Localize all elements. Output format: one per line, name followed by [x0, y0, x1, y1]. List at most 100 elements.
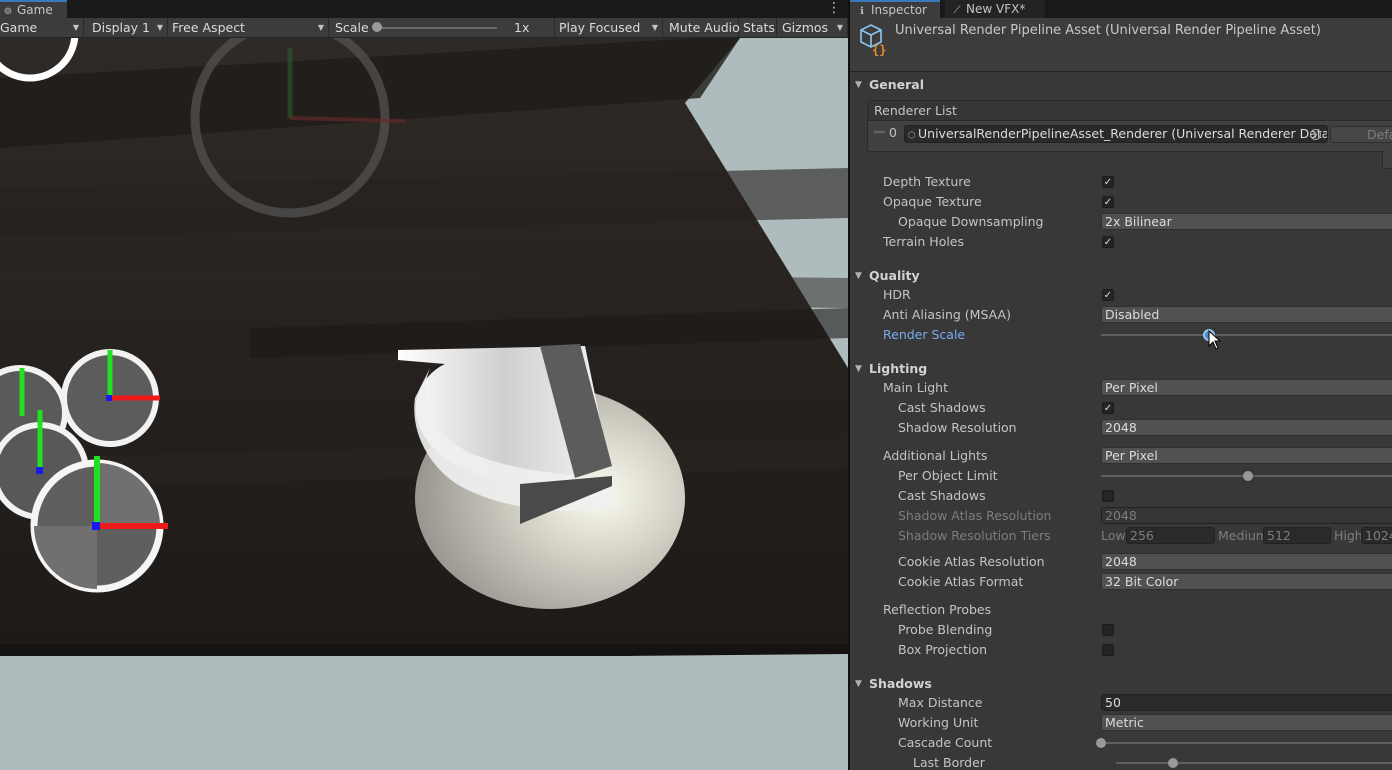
section-lighting-label: Lighting: [869, 361, 928, 376]
row-cascade-count: Cascade Count: [850, 733, 1392, 753]
box-projection-checkbox[interactable]: [1102, 644, 1114, 656]
tier-high-field: 1024: [1361, 527, 1392, 544]
dropdown-arrow-icon: ▼: [836, 23, 843, 32]
per-object-limit-slider-handle[interactable]: [1243, 471, 1253, 481]
row-max-distance: Max Distance 50: [850, 693, 1392, 713]
gizmos-toggle[interactable]: Gizmos ▼: [778, 18, 848, 37]
game-view: ⊚ Game ⋮ Game ▼ Display 1 ▼ Free Aspect ▼…: [0, 0, 848, 770]
game-toolbar: Game ▼ Display 1 ▼ Free Aspect ▼ Scale 1…: [0, 18, 848, 38]
drag-handle-icon[interactable]: ══: [874, 128, 885, 138]
row-box-projection: Box Projection: [850, 640, 1392, 660]
foldout-arrow-icon: ▼: [855, 364, 862, 374]
play-mode-label: Play Focused: [559, 20, 641, 35]
hdr-label: HDR: [883, 287, 911, 302]
tab-vfx-label: New VFX*: [966, 2, 1026, 16]
renderer-list: Renderer List ══ 0 ⬡ UniversalRenderPipel…: [867, 100, 1392, 152]
row-cookie-atlas-format: Cookie Atlas Format 32 Bit Color: [850, 572, 1392, 592]
hdr-checkbox[interactable]: ✓: [1102, 289, 1114, 301]
tab-new-vfx[interactable]: ⟋ New VFX*: [945, 0, 1045, 18]
terrain-holes-label: Terrain Holes: [883, 234, 965, 249]
main-cast-shadows-label: Cast Shadows: [898, 400, 986, 415]
inspector-tabstrip: ℹ Inspector ⟋ New VFX*: [850, 0, 1392, 18]
tier-medium-field: 512: [1263, 527, 1331, 544]
row-shadow-resolution: Shadow Resolution 2048: [850, 418, 1392, 438]
mouse-cursor-icon: [1208, 330, 1222, 350]
last-border-slider-track[interactable]: [1116, 762, 1392, 764]
set-default-button[interactable]: Default: [1330, 126, 1392, 143]
main-light-dropdown[interactable]: Per Pixel: [1101, 379, 1392, 396]
max-distance-field[interactable]: 50: [1101, 694, 1392, 711]
renderer-index: 0: [889, 125, 897, 140]
row-additional-cast-shadows: Cast Shadows: [850, 486, 1392, 506]
section-general[interactable]: ▼ General: [850, 74, 1392, 96]
mute-audio-toggle[interactable]: Mute Audio: [665, 18, 740, 37]
stats-toggle[interactable]: Stats: [739, 18, 777, 37]
terrain-holes-checkbox[interactable]: ✓: [1102, 236, 1114, 248]
section-quality[interactable]: ▼ Quality: [850, 265, 1392, 287]
cascade-count-label: Cascade Count: [898, 735, 993, 750]
row-opaque-texture: Opaque Texture ✓: [850, 192, 1392, 212]
depth-texture-checkbox[interactable]: ✓: [1102, 176, 1114, 188]
renderer-asset-icon: ⬡: [908, 131, 916, 141]
foldout-arrow-icon: ▼: [855, 80, 862, 90]
aspect-dropdown[interactable]: Free Aspect ▼: [168, 18, 329, 37]
msaa-dropdown[interactable]: Disabled: [1101, 306, 1392, 323]
cookie-atlas-resolution-label: Cookie Atlas Resolution: [898, 554, 1045, 569]
additional-cast-shadows-checkbox[interactable]: [1102, 490, 1114, 502]
shadow-atlas-resolution-dropdown: 2048: [1101, 507, 1392, 524]
tab-game[interactable]: ⊚ Game: [0, 0, 67, 18]
row-hdr: HDR ✓: [850, 285, 1392, 305]
gizmos-label: Gizmos: [782, 20, 829, 35]
object-picker-icon[interactable]: [1310, 129, 1321, 140]
row-msaa: Anti Aliasing (MSAA) Disabled: [850, 305, 1392, 325]
cascade-count-slider-track[interactable]: [1101, 742, 1392, 744]
opaque-downsampling-dropdown[interactable]: 2x Bilinear: [1101, 213, 1392, 230]
reflection-probes-label: Reflection Probes: [883, 602, 992, 617]
shadow-atlas-resolution-label: Shadow Atlas Resolution: [898, 508, 1052, 523]
cookie-atlas-resolution-dropdown[interactable]: 2048: [1101, 553, 1392, 570]
last-border-slider-handle[interactable]: [1168, 758, 1178, 768]
shadow-resolution-dropdown[interactable]: 2048: [1101, 419, 1392, 436]
tab-inspector[interactable]: ℹ Inspector: [850, 0, 940, 18]
probe-blending-checkbox[interactable]: [1102, 624, 1114, 636]
scale-value: 1x: [514, 20, 530, 35]
scale-slider-handle[interactable]: [372, 22, 382, 32]
section-shadows[interactable]: ▼ Shadows: [850, 673, 1392, 695]
row-depth-texture: Depth Texture ✓: [850, 172, 1392, 192]
renderer-object-field[interactable]: ⬡ UniversalRenderPipelineAsset_Renderer (…: [904, 125, 1328, 143]
scale-label: Scale: [335, 20, 369, 35]
inspector-header: {} Universal Render Pipeline Asset (Univ…: [850, 18, 1392, 72]
cookie-atlas-format-dropdown[interactable]: 32 Bit Color: [1101, 573, 1392, 590]
play-mode-dropdown[interactable]: Play Focused ▼: [555, 18, 663, 37]
row-main-light: Main Light Per Pixel: [850, 378, 1392, 398]
rendered-scene: [0, 38, 848, 770]
aspect-label: Free Aspect: [172, 20, 245, 35]
additional-lights-dropdown[interactable]: Per Pixel: [1101, 447, 1392, 464]
additional-cast-shadows-label: Cast Shadows: [898, 488, 986, 503]
game-viewport[interactable]: [0, 38, 848, 770]
msaa-label: Anti Aliasing (MSAA): [883, 307, 1011, 322]
floor-edge: [0, 644, 848, 656]
tier-high-label: High: [1334, 528, 1363, 543]
shadow-resolution-tiers-label: Shadow Resolution Tiers: [898, 528, 1051, 543]
working-unit-dropdown[interactable]: Metric: [1101, 714, 1392, 731]
tier-medium-label: Medium: [1218, 528, 1268, 543]
view-mode-dropdown[interactable]: Game ▼: [0, 18, 84, 37]
display-dropdown[interactable]: Display 1 ▼: [88, 18, 168, 37]
foldout-arrow-icon: ▼: [855, 271, 862, 281]
cascade-count-slider-handle[interactable]: [1096, 738, 1106, 748]
renderer-object-value: UniversalRenderPipelineAsset_Renderer (U…: [918, 126, 1328, 141]
opaque-texture-checkbox[interactable]: ✓: [1102, 196, 1114, 208]
display-label: Display 1: [92, 20, 151, 35]
scale-control: Scale 1x: [331, 18, 555, 37]
stats-label: Stats: [743, 20, 775, 35]
scale-slider-track[interactable]: [377, 27, 497, 29]
more-options-icon[interactable]: ⋮: [826, 0, 842, 18]
main-cast-shadows-checkbox[interactable]: ✓: [1102, 402, 1114, 414]
section-lighting[interactable]: ▼ Lighting: [850, 358, 1392, 380]
tab-inspector-label: Inspector: [871, 3, 927, 17]
row-main-cast-shadows: Cast Shadows ✓: [850, 398, 1392, 418]
render-scale-slider-track[interactable]: [1101, 334, 1392, 336]
additional-lights-label: Additional Lights: [883, 448, 988, 463]
view-mode-label: Game: [0, 20, 38, 35]
